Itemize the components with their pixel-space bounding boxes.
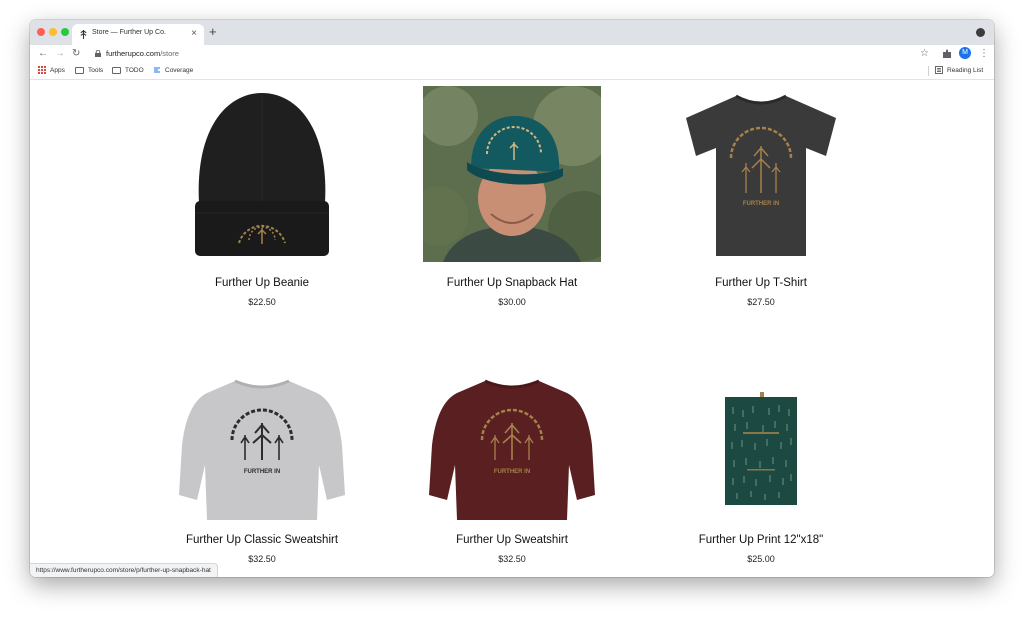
product-name[interactable]: Further Up Classic Sweatshirt <box>152 534 372 546</box>
bookmarks-bar: Apps Tools TODO Coverage Reading List <box>30 63 994 80</box>
lock-icon <box>95 50 101 57</box>
reading-list-label: Reading List <box>947 67 984 74</box>
bookmark-tools[interactable]: Tools <box>75 66 103 76</box>
bookmark-apps[interactable]: Apps <box>38 66 65 76</box>
bookmark-star-icon[interactable]: ☆ <box>920 47 929 60</box>
browser-menu-icon[interactable]: ⋮ <box>979 46 989 61</box>
extensions-puzzle-icon[interactable] <box>942 49 952 59</box>
store-page: Further Up Beanie $22.50 Further Up Snap… <box>30 80 994 577</box>
toolbar: ← → ↻ furtherupco.com/store ☆ M ⋮ <box>30 45 994 63</box>
zoom-window-button[interactable] <box>61 28 69 36</box>
further-in-text: FURTHER IN <box>743 201 779 207</box>
bookmarks-divider <box>928 66 929 76</box>
t-shirt-image[interactable]: FURTHER IN <box>676 88 846 260</box>
folder-icon <box>112 66 121 74</box>
bookmark-label: Tools <box>88 67 104 74</box>
address-bar[interactable]: furtherupco.com/store <box>90 46 946 61</box>
forward-icon[interactable]: → <box>55 46 65 62</box>
close-window-button[interactable] <box>37 28 45 36</box>
link-status-bar: https://www.furtherupco.com/store/p/furt… <box>30 563 218 577</box>
tab-title: Store — Further Up Co. <box>92 29 166 36</box>
back-icon[interactable]: ← <box>38 46 48 62</box>
reading-list-button[interactable]: Reading List <box>935 66 983 76</box>
url-host: furtherupco.com <box>106 49 161 58</box>
coverage-icon <box>154 67 160 73</box>
folder-icon <box>75 66 84 74</box>
tab-strip: Store — Further Up Co. × + <box>30 20 994 45</box>
maroon-sweatshirt-image[interactable]: FURTHER IN <box>427 375 597 525</box>
print-poster-image[interactable] <box>723 392 799 507</box>
profile-avatar[interactable]: M <box>959 47 971 59</box>
tab-store[interactable]: Store — Further Up Co. × <box>72 24 204 45</box>
product-price: $30.00 <box>498 297 526 307</box>
url-path: /store <box>160 49 179 58</box>
reading-list-icon <box>935 66 943 75</box>
product-price: $25.00 <box>747 554 775 564</box>
new-tab-icon[interactable]: + <box>209 24 217 39</box>
bookmark-label: Coverage <box>165 67 194 74</box>
further-in-text: FURTHER IN <box>494 469 530 475</box>
product-name[interactable]: Further Up Print 12"x18" <box>651 534 871 546</box>
bookmark-label: TODO <box>125 67 144 74</box>
product-name[interactable]: Further Up T-Shirt <box>651 277 871 289</box>
product-price: $27.50 <box>747 297 775 307</box>
tab-close-icon[interactable]: × <box>191 27 197 40</box>
snapback-hat-photo[interactable] <box>423 86 601 262</box>
product-name[interactable]: Further Up Snapback Hat <box>402 277 622 289</box>
url-text: furtherupco.com/store <box>106 49 179 58</box>
site-favicon-icon <box>80 30 87 39</box>
product-name[interactable]: Further Up Beanie <box>152 277 372 289</box>
reload-icon[interactable]: ↻ <box>72 46 80 62</box>
classic-sweatshirt-image[interactable]: FURTHER IN <box>177 375 347 525</box>
bookmark-coverage[interactable]: Coverage <box>153 66 193 76</box>
minimize-window-button[interactable] <box>49 28 57 36</box>
bookmark-todo[interactable]: TODO <box>112 66 144 76</box>
product-price: $32.50 <box>498 554 526 564</box>
beanie-image[interactable] <box>187 88 337 258</box>
bookmark-label: Apps <box>50 67 65 74</box>
browser-window: Store — Further Up Co. × + ← → ↻ further… <box>30 20 994 577</box>
further-in-text: FURTHER IN <box>244 469 280 475</box>
apps-grid-icon <box>38 66 46 75</box>
product-price: $22.50 <box>248 297 276 307</box>
tab-search-icon[interactable] <box>976 28 985 37</box>
product-name[interactable]: Further Up Sweatshirt <box>402 534 622 546</box>
